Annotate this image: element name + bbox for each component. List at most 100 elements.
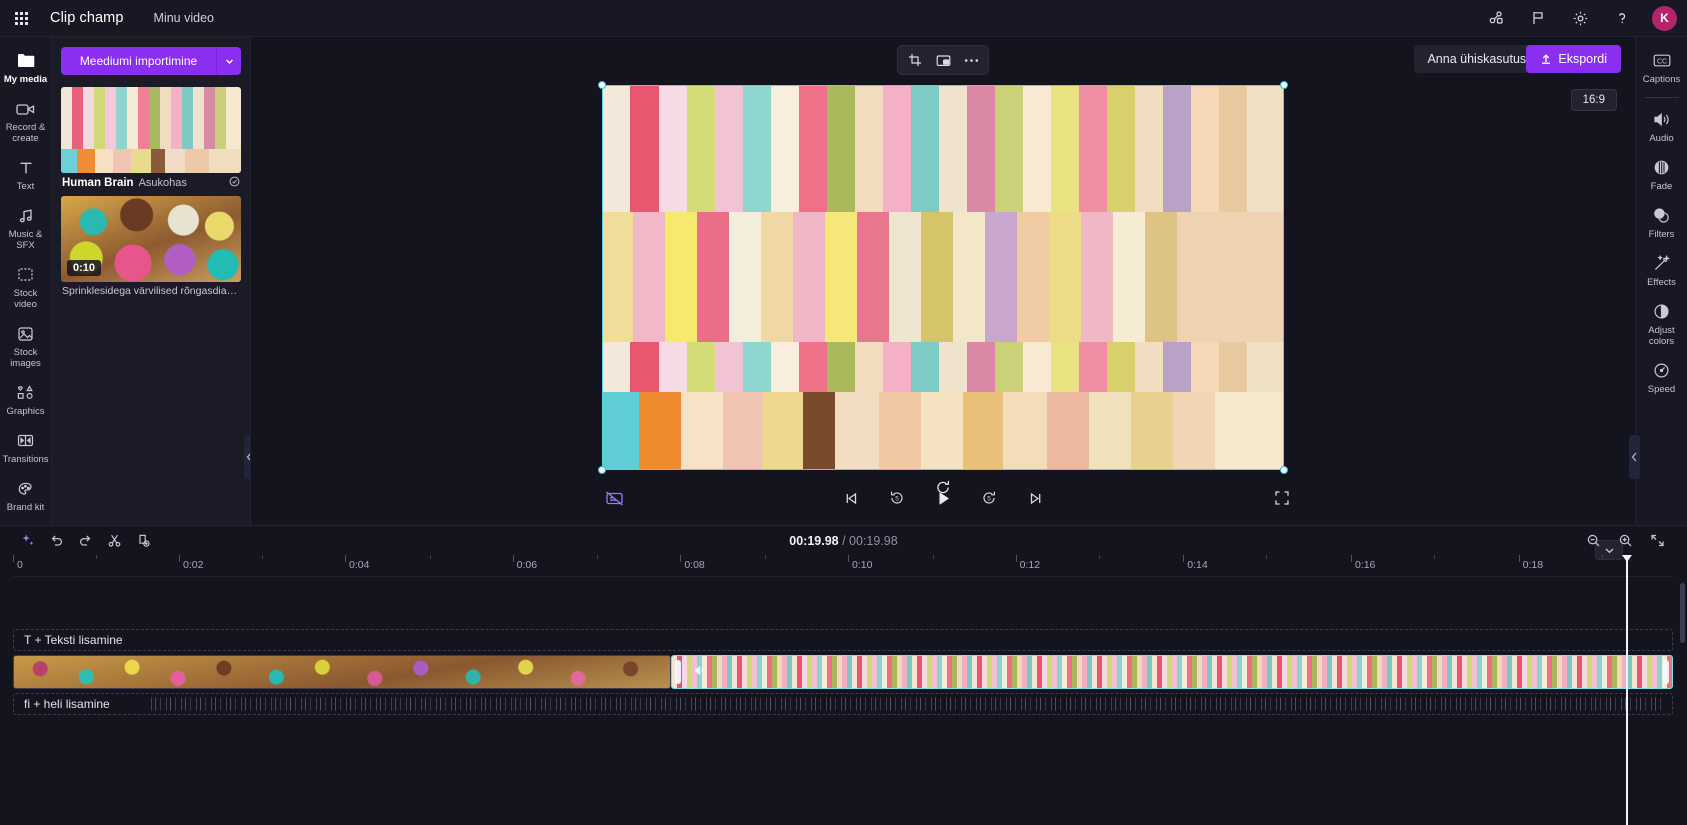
speedometer-icon (1652, 360, 1671, 381)
play-button[interactable] (926, 483, 960, 513)
duplicate-icon[interactable] (130, 529, 156, 552)
fullscreen-button[interactable] (1265, 483, 1299, 513)
chevron-left-icon (1631, 452, 1637, 462)
resize-handle-top-right[interactable] (1280, 80, 1288, 89)
resize-handle-top-left[interactable] (598, 80, 606, 89)
skip-to-end-button[interactable] (1018, 483, 1052, 513)
sidebar-item-brand-kit[interactable]: Brand kit (0, 471, 52, 519)
panel-item-captions[interactable]: CC Captions (1636, 43, 1687, 91)
skip-to-start-button[interactable] (834, 483, 868, 513)
sidebar-item-transitions[interactable]: Transitions (0, 423, 52, 471)
speaker-icon (1652, 109, 1672, 130)
donut-video-clip[interactable] (13, 655, 671, 689)
import-media-button[interactable]: Meediumi importimine (61, 47, 216, 75)
media-thumbnail-donuts[interactable]: 0:10 (61, 196, 241, 282)
panel-label: Fade (1650, 181, 1673, 192)
import-dropdown-button[interactable] (216, 47, 241, 75)
media-item[interactable]: Human Brain Asukohas (61, 87, 241, 192)
panel-item-effects[interactable]: Effects (1636, 246, 1687, 294)
preview-toolbar-row: Anna ühiskasutusse Ekspordi (251, 37, 1635, 83)
ruler-tick: 0:14 (1187, 559, 1208, 571)
zoom-in-icon[interactable] (1612, 529, 1638, 552)
app-launcher-button[interactable] (6, 3, 36, 33)
media-item[interactable]: 0:10 Sprinklesidega värvilised rõngasdia… (61, 196, 241, 300)
brand-kit-icon (16, 478, 35, 499)
panel-item-adjust-colors[interactable]: Adjust colors (1636, 294, 1687, 353)
captions-toggle-button[interactable] (597, 483, 631, 513)
current-time: 00:19.98 (789, 533, 839, 548)
more-options-icon[interactable] (958, 49, 984, 71)
ai-sparkle-icon[interactable] (14, 529, 40, 552)
ruler-tick: 0 (17, 559, 23, 571)
undo-icon[interactable] (43, 529, 69, 552)
clip-trim-handle-left[interactable] (675, 660, 681, 684)
panel-item-filters[interactable]: Filters (1636, 198, 1687, 246)
playback-controls: 5 5 (251, 471, 1635, 525)
media-thumbnail-macarons[interactable] (61, 87, 241, 173)
timeline-scroll-area: 0 0:02 0:04 0:06 0:08 0:10 0:12 0:14 0:1… (0, 555, 1687, 825)
sidebar-item-my-media[interactable]: My media (0, 43, 52, 91)
panel-item-audio[interactable]: Audio (1636, 102, 1687, 150)
picture-in-picture-icon[interactable] (930, 49, 956, 71)
time-display: 00:19.98 / 00:19.98 (789, 534, 897, 548)
collapse-media-panel-button[interactable] (244, 435, 250, 479)
sidebar-label: Music & SFX (8, 229, 43, 251)
sidebar-label: Brand kit (6, 502, 45, 513)
audio-track-label: fi + heli lisamine (24, 697, 110, 711)
text-track: T + Teksti lisamine (13, 629, 1673, 651)
video-clips-row (13, 655, 1673, 689)
sidebar-item-graphics[interactable]: Graphics (0, 375, 52, 423)
panel-item-speed[interactable]: Speed (1636, 353, 1687, 401)
fit-timeline-icon[interactable] (1644, 529, 1670, 552)
magic-wand-icon (1652, 253, 1671, 274)
collapse-right-panel-button[interactable] (1629, 435, 1640, 479)
text-icon (17, 157, 35, 178)
export-label: Ekspordi (1558, 52, 1607, 66)
timeline-ruler[interactable]: 0 0:02 0:04 0:06 0:08 0:10 0:12 0:14 0:1… (13, 555, 1673, 577)
ruler-tick: 0:08 (684, 559, 705, 571)
divider (1644, 97, 1679, 98)
selected-clip-box[interactable] (598, 80, 1288, 493)
panel-label: Audio (1649, 133, 1674, 144)
sidebar-item-record-create[interactable]: Record & create (0, 91, 52, 150)
add-text-placeholder[interactable]: T + Teksti lisamine (13, 629, 1673, 651)
rewind-5-button[interactable]: 5 (880, 483, 914, 513)
duration-badge: 0:10 (67, 260, 102, 276)
gear-icon[interactable] (1564, 2, 1596, 34)
split-scissors-icon[interactable] (101, 529, 127, 552)
time-separator: / (838, 533, 850, 548)
folder-icon (16, 50, 36, 71)
clip-trim-handle-right[interactable] (1663, 660, 1669, 684)
timeline: 00:19.98 / 00:19.98 0 0:02 0:04 0:06 0:0… (0, 525, 1687, 825)
sidebar-label: Graphics (6, 406, 45, 417)
filters-icon (1652, 205, 1671, 226)
macaron-video-clip[interactable] (671, 655, 1673, 689)
panel-item-fade[interactable]: Fade (1636, 150, 1687, 198)
shapes-icon (16, 382, 36, 403)
sidebar-item-music-sfx[interactable]: Music & SFX (0, 198, 52, 257)
add-audio-placeholder[interactable]: fi + heli lisamine (13, 693, 1673, 715)
ruler-tick: 0:16 (1354, 559, 1376, 571)
sidebar-item-stock-video[interactable]: Stock video (0, 257, 52, 316)
flag-icon[interactable] (1522, 2, 1554, 34)
clipchamp-app: Clip champ Minu video K My media Record … (0, 0, 1687, 825)
audio-track: fi + heli lisamine (13, 693, 1673, 715)
project-name[interactable]: Minu video (154, 11, 214, 25)
help-icon[interactable] (1606, 2, 1638, 34)
share-export-group: Anna ühiskasutusse Ekspordi (1414, 45, 1621, 73)
sidebar-item-text[interactable]: Text (0, 150, 52, 198)
media-subtitle: Asukohas (138, 177, 187, 189)
share-branch-icon[interactable] (1480, 2, 1512, 34)
avatar[interactable]: K (1652, 5, 1677, 31)
media-caption: Human Brain Asukohas (61, 173, 241, 192)
fade-icon (1652, 157, 1671, 178)
crop-icon[interactable] (902, 49, 928, 71)
redo-icon[interactable] (72, 529, 98, 552)
ruler-tick: 0:04 (349, 559, 370, 571)
sidebar-item-stock-images[interactable]: Stock images (0, 316, 52, 375)
export-button[interactable]: Ekspordi (1526, 45, 1621, 73)
forward-5-button[interactable]: 5 (972, 483, 1006, 513)
video-preview-canvas[interactable] (603, 85, 1283, 469)
media-title: Human Brain (62, 177, 134, 189)
zoom-out-icon[interactable] (1580, 529, 1606, 552)
